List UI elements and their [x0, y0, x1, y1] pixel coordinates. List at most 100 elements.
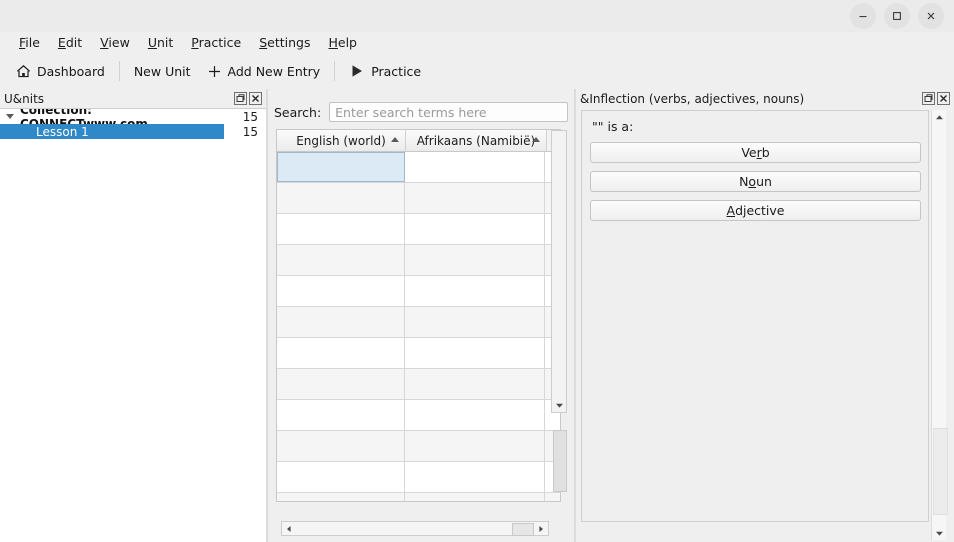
table-row[interactable] [277, 338, 560, 369]
scrollbar-thumb[interactable] [553, 430, 567, 492]
column-header-afrikaans[interactable]: Afrikaans (Namibië) [406, 130, 547, 151]
table-cell[interactable] [405, 462, 545, 492]
practice-button[interactable]: Practice [341, 60, 429, 82]
verb-button[interactable]: Ve r b [590, 142, 921, 163]
chevron-down-icon [555, 403, 563, 408]
table-cell[interactable] [405, 400, 545, 430]
scroll-right-button[interactable] [534, 522, 548, 535]
float-icon [922, 92, 935, 105]
table-cell[interactable] [405, 307, 545, 337]
table-cell[interactable] [277, 183, 405, 213]
column-header-english[interactable]: English (world) [277, 130, 406, 151]
table-row[interactable] [277, 214, 560, 245]
table-cell[interactable] [277, 152, 405, 182]
table-cell[interactable] [405, 152, 545, 182]
menu-help[interactable]: Help [319, 33, 366, 53]
table-cell[interactable] [277, 214, 405, 244]
new-unit-button[interactable]: New Unit [126, 61, 199, 82]
table-cell[interactable] [277, 400, 405, 430]
table-cell[interactable] [277, 369, 405, 399]
units-tree[interactable]: Collection: CONNECTwww.com 15 Lesson 1 1… [0, 108, 266, 542]
entries-table-body [277, 152, 560, 501]
inflection-panel-vertical-scrollbar[interactable] [931, 110, 948, 540]
plus-icon [207, 64, 222, 79]
add-new-entry-button[interactable]: Add New Entry [199, 61, 329, 82]
close-button[interactable] [918, 3, 944, 29]
table-cell[interactable] [405, 431, 545, 461]
chevron-down-icon [936, 531, 943, 536]
table-row[interactable] [277, 152, 560, 183]
units-panel-title: U&nits [4, 91, 45, 106]
menu-edit-mnemonic: E [57, 35, 66, 50]
dashboard-button[interactable]: Dashboard [8, 61, 113, 82]
minimize-button[interactable] [850, 3, 876, 29]
table-cell[interactable] [405, 276, 545, 306]
table-cell[interactable] [405, 183, 545, 213]
play-icon [349, 63, 365, 79]
menu-bar: File Edit View Unit Practice Settings He… [0, 32, 954, 54]
table-row[interactable] [277, 400, 560, 431]
menu-file[interactable]: File [10, 33, 49, 53]
entries-table-vertical-scrollbar[interactable] [551, 130, 567, 492]
toolbar-separator-1 [118, 61, 120, 81]
menu-edit[interactable]: Edit [49, 33, 91, 53]
menu-view[interactable]: View [91, 33, 139, 53]
table-cell[interactable] [277, 493, 405, 501]
scrollbar-thumb[interactable] [512, 523, 534, 536]
table-cell[interactable] [405, 338, 545, 368]
entries-table-horizontal-scrollbar[interactable] [281, 521, 549, 536]
chevron-up-icon [936, 114, 943, 119]
title-bar [0, 0, 954, 32]
scroll-down-button[interactable] [552, 398, 566, 412]
home-icon [16, 64, 31, 79]
table-cell[interactable] [277, 431, 405, 461]
adjective-button[interactable]: Adjective [590, 200, 921, 221]
table-cell[interactable] [277, 245, 405, 275]
table-cell[interactable] [405, 493, 545, 501]
scroll-left-button[interactable] [282, 522, 296, 535]
inflection-panel-close-button[interactable] [937, 92, 950, 105]
inflection-panel-float-button[interactable] [922, 92, 935, 105]
adjective-button-label-post: djective [735, 203, 785, 218]
menu-settings[interactable]: Settings [250, 33, 319, 53]
table-row[interactable] [277, 493, 560, 501]
scrollbar-thumb[interactable] [933, 428, 948, 515]
scroll-down-button[interactable] [932, 526, 947, 540]
table-row[interactable] [277, 369, 560, 400]
menu-unit[interactable]: Unit [139, 33, 182, 53]
table-cell[interactable] [277, 462, 405, 492]
noun-button[interactable]: No un [590, 171, 921, 192]
chevron-down-icon[interactable] [6, 114, 14, 119]
table-cell[interactable] [277, 276, 405, 306]
search-input[interactable] [329, 102, 568, 122]
table-cell[interactable] [405, 245, 545, 275]
menu-practice-mnemonic: P [191, 35, 199, 50]
tree-item-lesson-1[interactable]: Lesson 1 15 [0, 124, 266, 139]
tree-item-collection[interactable]: Collection: CONNECTwww.com 15 [0, 109, 266, 131]
menu-practice[interactable]: Practice [182, 33, 250, 53]
menu-settings-label: ettings [267, 35, 311, 50]
entries-table[interactable]: English (world) Afrikaans (Namibië) [276, 129, 561, 502]
inflection-group-box: "" is a: Ve r b No un Adjective [581, 110, 929, 522]
units-panel-float-button[interactable] [234, 92, 247, 105]
table-cell[interactable] [405, 214, 545, 244]
table-row[interactable] [277, 245, 560, 276]
table-row[interactable] [277, 276, 560, 307]
tree-item-lesson-1-label: Lesson 1 [36, 124, 89, 139]
table-cell[interactable] [277, 338, 405, 368]
scroll-up-button[interactable] [932, 110, 947, 124]
inflection-panel-title-bar: &Inflection (verbs, adjectives, nouns) [576, 89, 954, 108]
scrollbar-track[interactable] [296, 522, 534, 536]
search-row: Search: [274, 101, 568, 123]
noun-button-mnemonic: o [748, 174, 757, 189]
table-row[interactable] [277, 307, 560, 338]
units-panel-close-button[interactable] [249, 92, 262, 105]
menu-practice-label: ractice [198, 35, 242, 50]
toolbar-separator-2 [334, 61, 336, 81]
table-row[interactable] [277, 183, 560, 214]
table-cell[interactable] [277, 307, 405, 337]
maximize-button[interactable] [884, 3, 910, 29]
table-row[interactable] [277, 462, 560, 493]
table-cell[interactable] [405, 369, 545, 399]
table-row[interactable] [277, 431, 560, 462]
